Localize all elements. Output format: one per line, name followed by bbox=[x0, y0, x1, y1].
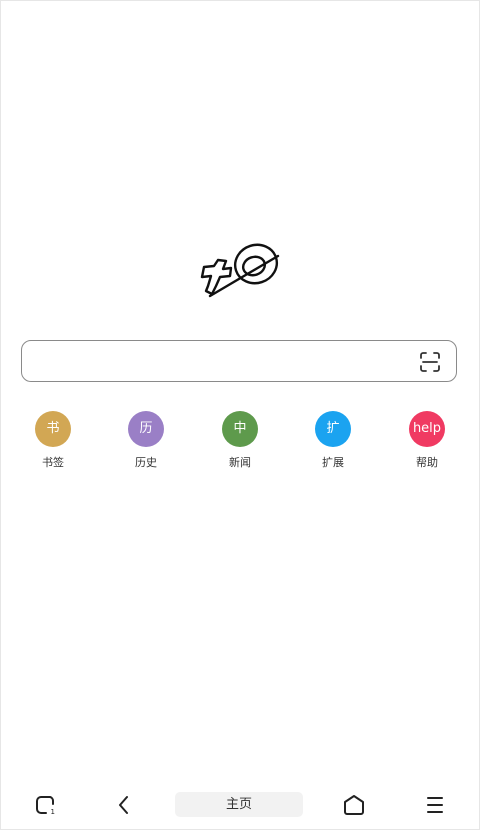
menu-icon[interactable] bbox=[423, 793, 447, 817]
shortcut-label: 扩展 bbox=[322, 456, 344, 469]
shortcut-bookmarks[interactable]: 书 书签 bbox=[18, 411, 88, 470]
scan-icon[interactable] bbox=[419, 351, 441, 373]
tabs-icon[interactable]: 1 bbox=[33, 793, 57, 817]
back-icon[interactable] bbox=[112, 793, 136, 817]
history-icon: 历 bbox=[128, 411, 164, 447]
shortcut-help[interactable]: help 帮助 bbox=[392, 411, 462, 470]
bookmarks-icon: 书 bbox=[35, 411, 71, 447]
search-input[interactable] bbox=[34, 347, 408, 377]
shortcut-label: 新闻 bbox=[229, 456, 251, 469]
shortcut-news[interactable]: 中 新闻 bbox=[205, 411, 275, 470]
extensions-icon: 扩 bbox=[315, 411, 351, 447]
app-logo bbox=[200, 243, 280, 298]
news-icon: 中 bbox=[222, 411, 258, 447]
bottom-nav: 1 主页 bbox=[0, 780, 480, 830]
shortcut-history[interactable]: 历 历史 bbox=[111, 411, 181, 470]
shortcut-label: 书签 bbox=[42, 456, 64, 469]
shortcut-extensions[interactable]: 扩 扩展 bbox=[298, 411, 368, 470]
help-icon: help bbox=[409, 411, 445, 447]
svg-text:1: 1 bbox=[51, 808, 55, 816]
shortcut-label: 帮助 bbox=[416, 456, 438, 469]
shortcut-label: 历史 bbox=[135, 456, 157, 469]
search-bar[interactable] bbox=[21, 340, 457, 382]
home-pill-button[interactable]: 主页 bbox=[175, 792, 303, 817]
home-icon[interactable] bbox=[342, 793, 366, 817]
